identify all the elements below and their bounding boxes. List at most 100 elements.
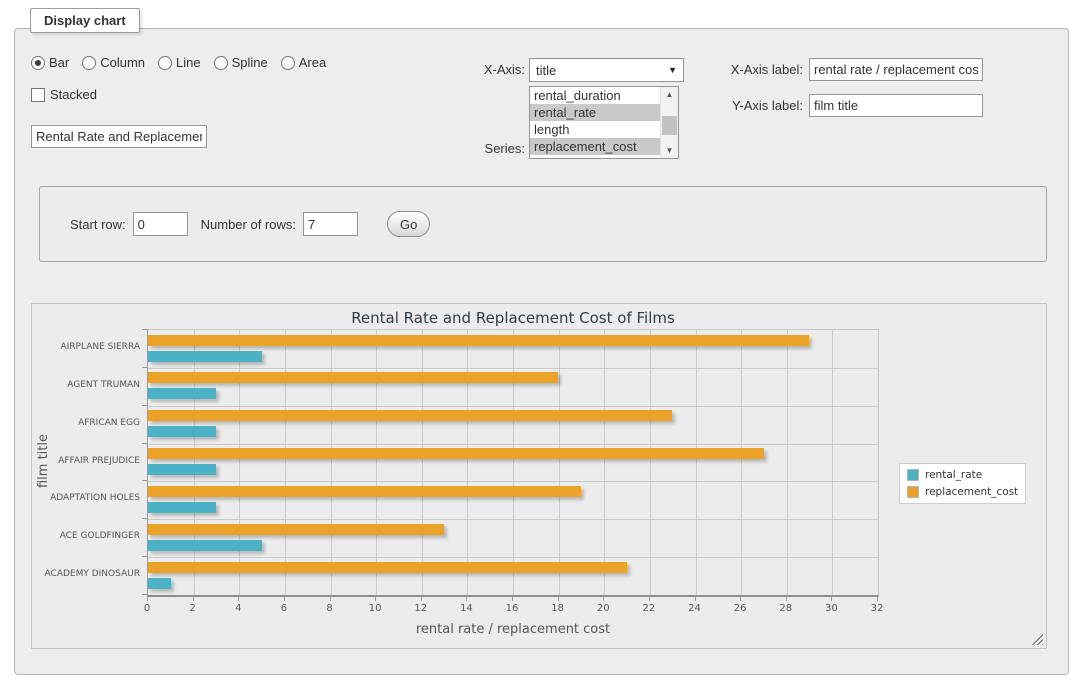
y-axis-label-label: Y-Axis label:: [715, 98, 803, 113]
go-button[interactable]: Go: [387, 211, 430, 237]
x-gridline: [194, 330, 195, 595]
x-tick-label: 8: [315, 603, 345, 614]
x-gridline: [331, 330, 332, 595]
radio-icon: [82, 56, 96, 70]
x-tick: [238, 596, 239, 601]
start-row-input[interactable]: [133, 212, 188, 236]
num-rows-input[interactable]: [303, 212, 358, 236]
x-gridline: [422, 330, 423, 595]
x-gridline: [604, 330, 605, 595]
page: Display chart BarColumnLineSplineArea St…: [0, 0, 1081, 681]
x-tick-label: 14: [451, 603, 481, 614]
bar-rental_rate[interactable]: [148, 502, 216, 513]
x-tick-label: 2: [178, 603, 208, 614]
y-gridline: [148, 557, 878, 558]
scroll-down-icon[interactable]: ▼: [661, 143, 678, 158]
x-gridline: [239, 330, 240, 595]
x-gridline: [285, 330, 286, 595]
x-tick-label: 26: [725, 603, 755, 614]
plot-area: [147, 329, 879, 597]
bar-rental_rate[interactable]: [148, 578, 171, 589]
series-options: rental_durationrental_ratelengthreplacem…: [530, 87, 660, 158]
x-tick: [831, 596, 832, 601]
x-tick: [375, 596, 376, 601]
y-category-label: AIRPLANE SIERRA: [32, 342, 140, 352]
bar-rental_rate[interactable]: [148, 540, 262, 551]
series-option-length[interactable]: length: [530, 121, 660, 138]
resize-handle-icon[interactable]: [1031, 633, 1043, 645]
radio-label: Column: [100, 55, 145, 70]
x-tick-label: 4: [223, 603, 253, 614]
bar-replacement_cost[interactable]: [148, 448, 764, 459]
x-gridline: [513, 330, 514, 595]
bar-rental_rate[interactable]: [148, 464, 216, 475]
legend-item[interactable]: rental_rate: [907, 469, 1018, 481]
x-tick-label: 30: [816, 603, 846, 614]
bar-rental_rate[interactable]: [148, 426, 216, 437]
bar-rental_rate[interactable]: [148, 388, 216, 399]
bar-rental_rate[interactable]: [148, 351, 262, 362]
chart-type-spline[interactable]: Spline: [214, 55, 268, 70]
x-tick: [877, 596, 878, 601]
x-axis-select[interactable]: title ▼: [529, 58, 684, 82]
chart-type-bar[interactable]: Bar: [31, 55, 69, 70]
legend-swatch: [907, 469, 919, 481]
bar-replacement_cost[interactable]: [148, 335, 809, 346]
x-axis-label-input[interactable]: [809, 58, 983, 81]
stacked-checkbox[interactable]: [31, 88, 45, 102]
chart-type-area[interactable]: Area: [281, 55, 326, 70]
x-gridline: [741, 330, 742, 595]
x-tick: [603, 596, 604, 601]
x-tick-label: 22: [634, 603, 664, 614]
scrollbar-thumb[interactable]: [662, 116, 677, 135]
listbox-scrollbar[interactable]: ▲ ▼: [660, 87, 678, 158]
x-tick-label: 28: [771, 603, 801, 614]
radio-label: Area: [299, 55, 326, 70]
y-gridline: [148, 519, 878, 520]
x-gridline: [832, 330, 833, 595]
x-tick: [330, 596, 331, 601]
x-gridline: [696, 330, 697, 595]
scroll-up-icon[interactable]: ▲: [661, 87, 678, 102]
series-option-rental_rate[interactable]: rental_rate: [530, 104, 660, 121]
radio-label: Spline: [232, 55, 268, 70]
series-select-label: Series:: [455, 141, 525, 156]
bar-replacement_cost[interactable]: [148, 562, 627, 573]
legend-swatch: [907, 486, 919, 498]
dropdown-arrow-icon: ▼: [668, 65, 677, 75]
bar-replacement_cost[interactable]: [148, 410, 672, 421]
y-category-label: AGENT TRUMAN: [32, 380, 140, 390]
radio-icon: [281, 56, 295, 70]
num-rows-label: Number of rows:: [201, 217, 296, 232]
x-axis-selected-value: title: [536, 63, 556, 78]
radio-icon: [31, 56, 45, 70]
x-tick: [512, 596, 513, 601]
x-tick: [193, 596, 194, 601]
x-tick-label: 12: [406, 603, 436, 614]
series-option-rental_duration[interactable]: rental_duration: [530, 87, 660, 104]
chart-panel: Rental Rate and Replacement Cost of Film…: [31, 303, 1047, 649]
bar-replacement_cost[interactable]: [148, 524, 444, 535]
series-listbox[interactable]: rental_durationrental_ratelengthreplacem…: [529, 86, 679, 159]
series-option-replacement_cost[interactable]: replacement_cost: [530, 138, 660, 155]
chart-title-input[interactable]: [31, 125, 207, 148]
x-tick-label: 32: [862, 603, 892, 614]
y-gridline: [148, 481, 878, 482]
stacked-row: Stacked: [31, 87, 97, 102]
x-gridline: [467, 330, 468, 595]
bar-replacement_cost[interactable]: [148, 372, 558, 383]
chart-legend: rental_rate replacement_cost: [899, 463, 1026, 504]
legend-item[interactable]: replacement_cost: [907, 486, 1018, 498]
chart-title: Rental Rate and Replacement Cost of Film…: [148, 309, 878, 327]
chart-type-line[interactable]: Line: [158, 55, 201, 70]
x-tick: [695, 596, 696, 601]
x-tick: [147, 596, 148, 601]
x-axis-title: rental rate / replacement cost: [148, 622, 878, 637]
x-tick-label: 20: [588, 603, 618, 614]
x-tick-label: 10: [360, 603, 390, 614]
chart-type-column[interactable]: Column: [82, 55, 145, 70]
x-tick-label: 16: [497, 603, 527, 614]
y-axis-label-input[interactable]: [809, 94, 983, 117]
bar-replacement_cost[interactable]: [148, 486, 581, 497]
legend-label: replacement_cost: [925, 486, 1018, 498]
